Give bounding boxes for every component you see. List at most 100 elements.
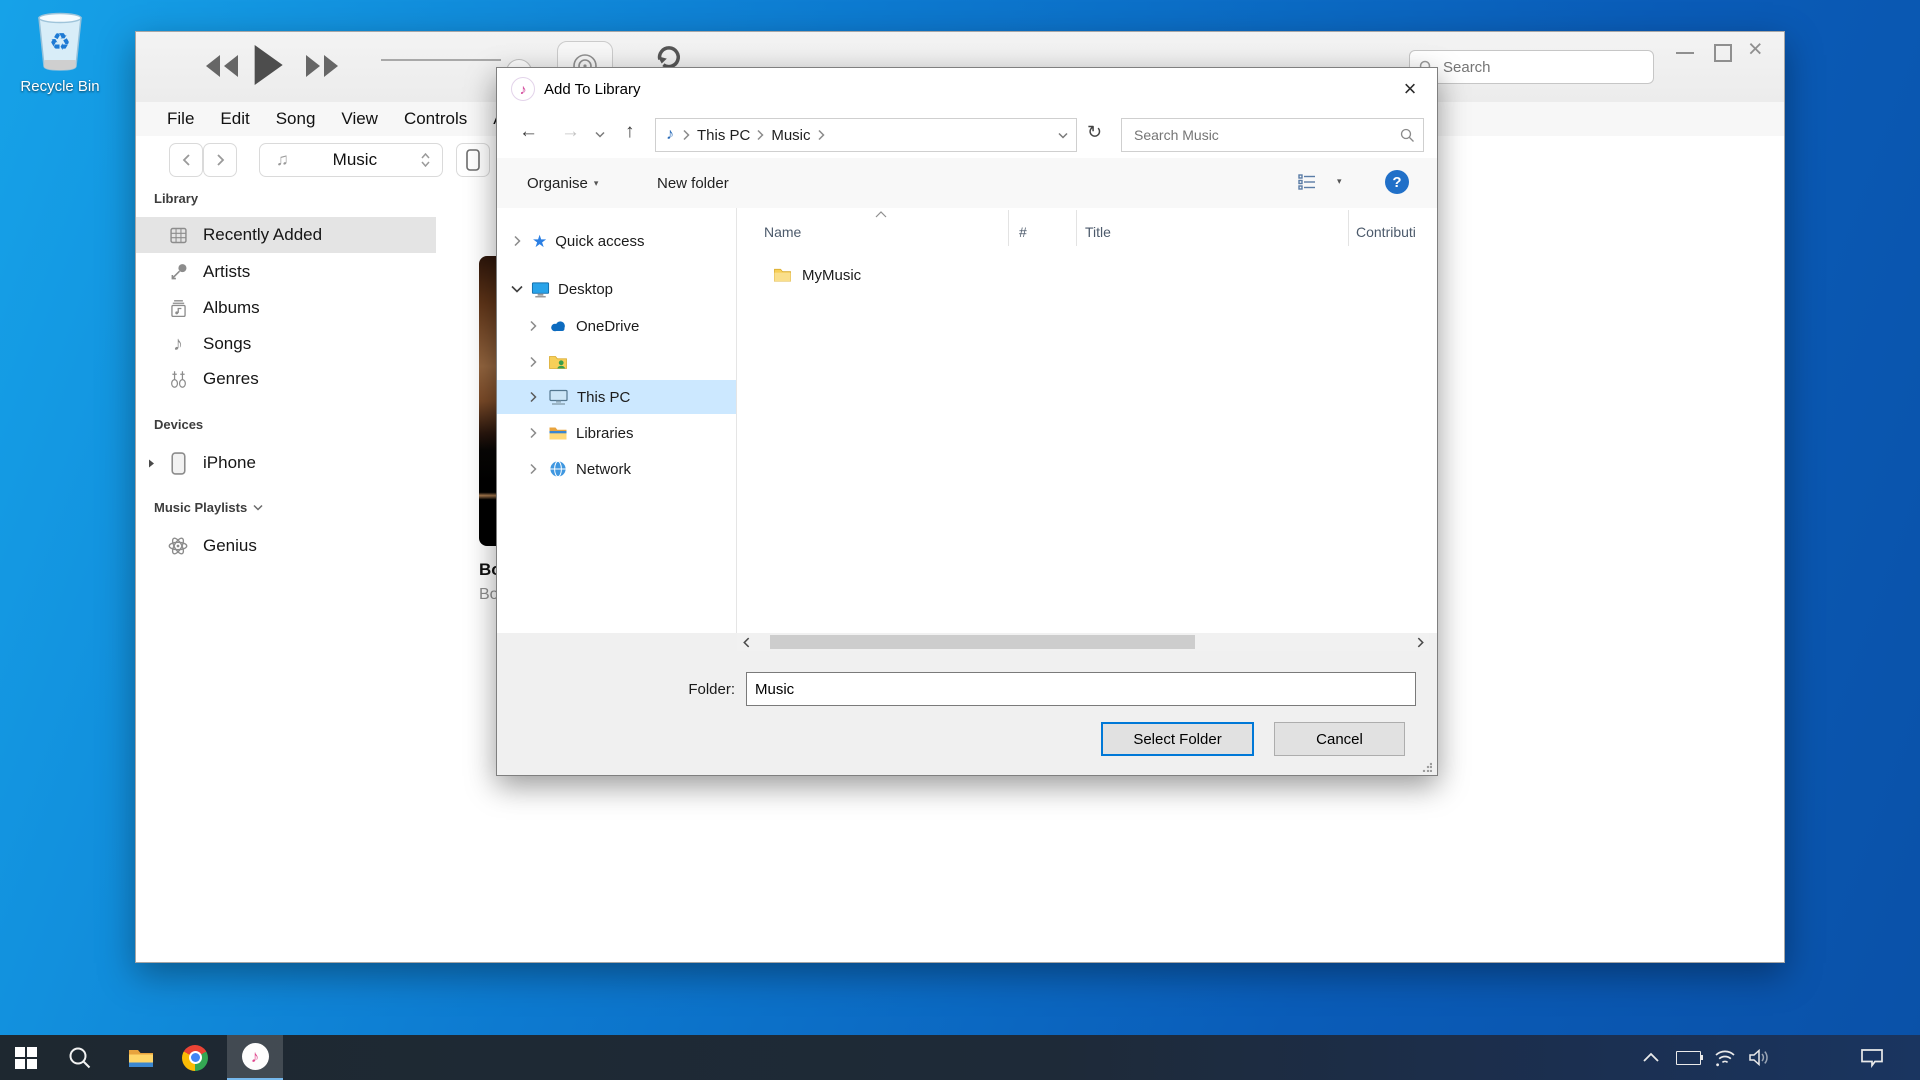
dialog-address-row: ← → ↑ ♪ This PC Music ↻ [497, 110, 1437, 158]
sync-icon[interactable] [654, 42, 682, 70]
menu-edit[interactable]: Edit [207, 109, 262, 129]
recycle-bin-shortcut[interactable]: ♻ Recycle Bin [16, 10, 104, 95]
dialog-search-input[interactable] [1132, 126, 1386, 144]
fast-forward-button[interactable] [304, 53, 342, 79]
tree-item-desktop[interactable]: Desktop [497, 272, 736, 306]
expander-icon[interactable] [148, 459, 155, 468]
tray-overflow-chevron-icon[interactable] [1642, 1052, 1660, 1063]
file-row-mymusic[interactable]: MyMusic [737, 260, 1427, 290]
forward-button[interactable] [203, 143, 237, 177]
tree-item-this-pc[interactable]: This PC [497, 380, 736, 414]
volume-icon[interactable] [1748, 1048, 1770, 1067]
scroll-left-arrow[interactable] [737, 633, 755, 651]
sidebar-item-albums[interactable]: Albums [136, 290, 436, 326]
nav-up-icon[interactable]: ↑ [625, 121, 635, 143]
dialog-search-box[interactable] [1121, 118, 1424, 152]
menu-file[interactable]: File [154, 109, 207, 129]
new-folder-button[interactable]: New folder [657, 170, 729, 196]
horizontal-scrollbar[interactable] [737, 633, 1429, 651]
details-view-button[interactable] [1297, 172, 1317, 192]
dialog-titlebar: ♪ Add To Library × [497, 68, 1437, 110]
breadcrumb-music[interactable]: Music [765, 127, 816, 144]
iphone-icon [466, 149, 480, 171]
scrollbar-thumb[interactable] [770, 635, 1195, 649]
chevron-down-icon[interactable] [253, 504, 263, 511]
taskbar-chrome-button[interactable] [171, 1035, 219, 1080]
menu-song[interactable]: Song [263, 109, 329, 129]
column-header-number[interactable]: # [1019, 224, 1027, 240]
device-button[interactable] [456, 143, 490, 177]
rewind-button[interactable] [202, 53, 240, 79]
dialog-content: ★ Quick access Desktop OneDrive [497, 208, 1437, 633]
chevron-right-icon[interactable] [513, 235, 522, 247]
details-view-icon [1297, 172, 1317, 192]
address-dropdown-icon[interactable] [1058, 132, 1068, 139]
itunes-icon: ♪ [242, 1043, 269, 1070]
media-selector[interactable]: ♫ Music [259, 143, 443, 177]
menu-controls[interactable]: Controls [391, 109, 480, 129]
address-bar[interactable]: ♪ This PC Music [655, 118, 1077, 152]
start-button[interactable] [2, 1035, 50, 1080]
search-icon [68, 1046, 92, 1070]
breadcrumb-chevron-icon[interactable] [756, 129, 765, 141]
guitars-icon [166, 369, 190, 390]
breadcrumb-chevron-icon[interactable] [817, 129, 826, 141]
nav-history-chevron-icon[interactable] [595, 131, 605, 138]
sidebar-item-genius[interactable]: Genius [136, 528, 436, 564]
tree-item-libraries[interactable]: Libraries [497, 416, 736, 450]
view-dropdown-caret-icon[interactable]: ▾ [1337, 176, 1342, 187]
help-button[interactable]: ? [1385, 170, 1409, 194]
chevron-right-icon[interactable] [529, 391, 538, 403]
chevron-right-icon[interactable] [529, 463, 538, 475]
chevron-right-icon[interactable] [529, 320, 538, 332]
resize-grip[interactable] [1422, 762, 1432, 772]
back-button[interactable] [169, 143, 203, 177]
wifi-icon[interactable] [1714, 1048, 1736, 1068]
column-header-contributing[interactable]: Contributi [1356, 224, 1416, 240]
sidebar-item-artists[interactable]: Artists [136, 254, 436, 290]
nav-back-icon[interactable]: ← [519, 121, 538, 143]
chevron-down-icon[interactable] [511, 285, 523, 293]
tree-item-user-folder[interactable] [497, 345, 736, 379]
taskbar: ♪ [0, 1035, 1920, 1080]
minimize-button[interactable] [1676, 52, 1694, 54]
cancel-button[interactable]: Cancel [1274, 722, 1405, 756]
tree-item-network[interactable]: Network [497, 452, 736, 486]
organise-button[interactable]: Organise ▾ [527, 170, 598, 196]
close-button[interactable]: × [1748, 35, 1763, 64]
play-button[interactable] [252, 42, 284, 88]
breadcrumb-this-pc[interactable]: This PC [691, 127, 756, 144]
action-center-icon[interactable] [1860, 1048, 1884, 1068]
column-header-title[interactable]: Title [1085, 224, 1111, 240]
nav-forward-icon[interactable]: → [561, 121, 580, 143]
iphone-icon [166, 452, 190, 475]
taskbar-search-button[interactable] [56, 1035, 104, 1080]
sort-ascending-icon[interactable] [875, 211, 887, 218]
chevron-right-icon[interactable] [529, 427, 538, 439]
file-name: MyMusic [802, 267, 861, 284]
tree-item-onedrive[interactable]: OneDrive [497, 309, 736, 343]
chrome-icon [182, 1045, 208, 1071]
taskbar-itunes-button[interactable]: ♪ [227, 1035, 283, 1080]
sidebar-item-recently-added[interactable]: Recently Added [136, 217, 436, 253]
taskbar-file-explorer-button[interactable] [117, 1035, 165, 1080]
menu-view[interactable]: View [328, 109, 391, 129]
scroll-right-arrow[interactable] [1411, 633, 1429, 651]
sidebar-item-genres[interactable]: Genres [136, 361, 436, 397]
select-folder-button[interactable]: Select Folder [1101, 722, 1254, 756]
itunes-search-input[interactable] [1441, 58, 1635, 77]
tree-item-quick-access[interactable]: ★ Quick access [497, 224, 736, 258]
column-header-name[interactable]: Name [764, 224, 801, 240]
sidebar-item-iphone[interactable]: iPhone [136, 445, 436, 481]
dialog-close-button[interactable]: × [1383, 68, 1437, 110]
library-header: Library [154, 191, 198, 206]
add-to-library-dialog: ♪ Add To Library × ← → ↑ ♪ This PC Music… [496, 67, 1438, 776]
volume-slider[interactable] [381, 59, 501, 61]
battery-icon[interactable] [1676, 1051, 1701, 1065]
itunes-search-box[interactable] [1409, 50, 1654, 84]
chevron-right-icon[interactable] [529, 356, 538, 368]
sidebar-item-songs[interactable]: ♪ Songs [136, 326, 436, 362]
maximize-button[interactable] [1714, 44, 1732, 62]
folder-name-input[interactable] [746, 672, 1416, 706]
refresh-icon[interactable]: ↻ [1087, 122, 1102, 143]
